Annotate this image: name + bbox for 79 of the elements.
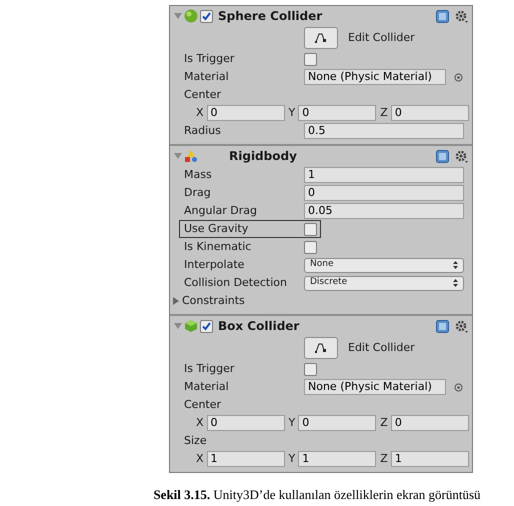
property-label: Material	[184, 68, 230, 85]
dropdown[interactable]: None	[304, 258, 464, 272]
property-label: Is Trigger	[184, 360, 236, 377]
help-icon[interactable]	[436, 320, 449, 332]
axis-label: Z	[380, 414, 388, 431]
component-header[interactable]: Rigidbody	[170, 146, 472, 166]
help-icon[interactable]	[436, 10, 449, 22]
enable-checkbox[interactable]	[200, 10, 213, 22]
help-icon[interactable]	[436, 150, 449, 162]
component-header[interactable]: Box Collider	[170, 316, 472, 336]
number-field[interactable]: 1	[298, 451, 376, 467]
edit-collider-label: Edit Collider	[348, 30, 415, 46]
axis-label: X	[196, 450, 204, 467]
constraints-foldout[interactable]: Constraints	[172, 292, 466, 310]
checkbox[interactable]	[304, 240, 317, 254]
property-label: Material	[184, 378, 230, 395]
property-label: Center	[184, 396, 222, 413]
component-header[interactable]: Sphere Collider	[170, 6, 472, 26]
focused-property-row[interactable]: Use Gravity	[179, 220, 321, 238]
axis-label: Z	[380, 450, 388, 467]
number-field[interactable]: 1	[304, 167, 464, 183]
collider-edit-icon	[314, 342, 328, 354]
shapes-icon	[184, 149, 198, 163]
sphere-icon	[184, 9, 198, 23]
component-title: Sphere Collider	[218, 8, 322, 25]
property-label: Drag	[184, 184, 212, 201]
property-label: Interpolate	[184, 256, 246, 273]
checkbox[interactable]	[304, 362, 317, 376]
cube-icon	[184, 319, 198, 333]
component-title: Rigidbody	[229, 148, 297, 165]
number-field[interactable]: 0	[390, 105, 469, 121]
edit-collider-button[interactable]	[304, 27, 338, 49]
property-label: Size	[184, 432, 207, 449]
number-field[interactable]: 0	[304, 185, 464, 201]
number-field[interactable]: 0	[298, 105, 376, 121]
enable-checkbox[interactable]	[200, 320, 213, 332]
number-field[interactable]: 0	[206, 415, 285, 431]
edit-collider-button[interactable]	[304, 337, 338, 359]
updown-arrows-icon	[453, 279, 458, 287]
updown-arrows-icon	[453, 261, 458, 269]
gear-icon[interactable]	[455, 10, 468, 22]
property-label: Radius	[184, 122, 222, 139]
axis-label: X	[196, 414, 204, 431]
property-label: Is Kinematic	[184, 238, 252, 255]
object-field[interactable]: None (Physic Material)	[304, 69, 446, 85]
gear-icon[interactable]	[455, 150, 468, 162]
axis-label: X	[196, 104, 204, 121]
expand-arrow-icon[interactable]	[174, 12, 182, 20]
property-label: Is Trigger	[184, 50, 236, 67]
property-label: Mass	[184, 166, 213, 183]
foldout-arrow-icon	[172, 297, 180, 305]
axis-label: Y	[288, 104, 296, 121]
number-field[interactable]: 0.05	[304, 203, 464, 219]
property-label: Angular Drag	[184, 202, 258, 219]
number-field[interactable]: 1	[390, 451, 469, 467]
number-field[interactable]: 1	[206, 451, 285, 467]
figure-caption: Sekil 3.15. Unity3D’de kullanılan özelliklerin ekran görüntüsü	[153, 486, 481, 504]
collider-edit-icon	[314, 32, 328, 44]
checkbox[interactable]	[304, 222, 317, 236]
object-field[interactable]: None (Physic Material)	[304, 379, 446, 395]
edit-collider-label: Edit Collider	[348, 340, 415, 356]
number-field[interactable]: 0	[298, 415, 376, 431]
number-field[interactable]: 0	[390, 415, 469, 431]
axis-label: Y	[288, 450, 296, 467]
property-label: Use Gravity	[184, 220, 250, 237]
dropdown[interactable]: Discrete	[304, 276, 464, 290]
axis-label: Y	[288, 414, 296, 431]
expand-arrow-icon[interactable]	[174, 152, 182, 160]
expand-arrow-icon[interactable]	[174, 322, 182, 330]
number-field[interactable]: 0.5	[304, 123, 464, 139]
checkbox[interactable]	[304, 52, 317, 66]
property-label: Center	[184, 86, 222, 103]
object-picker-icon[interactable]	[454, 382, 463, 392]
number-field[interactable]: 0	[206, 105, 285, 121]
axis-label: Z	[380, 104, 388, 121]
component-title: Box Collider	[218, 318, 300, 335]
gear-icon[interactable]	[455, 320, 468, 332]
object-picker-icon[interactable]	[454, 72, 463, 82]
property-label: Collision Detection	[184, 274, 288, 291]
